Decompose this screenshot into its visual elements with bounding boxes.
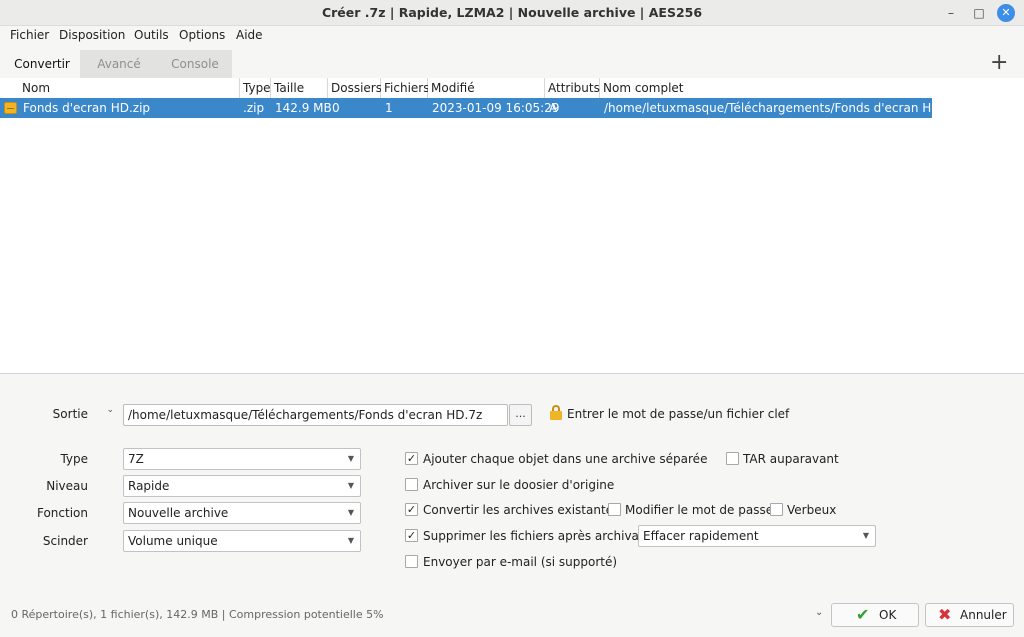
title-bar: Créer .7z | Rapide, LZMA2 | Nouvelle arc… (0, 0, 1024, 26)
split-label: Scinder (42, 534, 88, 548)
tab-avance[interactable]: Avancé (80, 50, 158, 78)
delete-after-checkbox[interactable]: ✓ (405, 529, 418, 542)
tar-first-checkbox[interactable] (726, 452, 739, 465)
cancel-button[interactable]: ✖ Annuler (925, 603, 1014, 627)
column-header-name[interactable]: Nom (19, 78, 240, 98)
column-header-attributes[interactable]: Attributs (545, 78, 600, 98)
cell-type: .zip (243, 101, 265, 115)
level-label: Niveau (46, 479, 88, 493)
cell-fullname: /home/letuxmasque/Téléchargements/Fonds … (604, 101, 962, 115)
cell-size: 142.9 MB (275, 101, 332, 115)
cell-name: Fonds d'ecran HD.zip (23, 101, 151, 115)
chevron-down-icon[interactable]: ⌄ (815, 607, 823, 618)
password-link[interactable]: Entrer le mot de passe/un fichier clef (567, 407, 789, 421)
dropdown-arrow-icon: ▼ (347, 481, 354, 490)
minimize-button[interactable]: – (942, 4, 960, 22)
convert-existing-label: Convertir les archives existantes (423, 503, 620, 517)
verbose-checkbox[interactable] (770, 503, 783, 516)
browse-button[interactable]: ... (509, 404, 532, 426)
table-row[interactable]: Fonds d'ecran HD.zip .zip 142.9 MB 0 1 2… (0, 98, 962, 118)
checkmark-icon: ✔ (856, 605, 870, 624)
file-list: Nom Type Taille Dossiers Fichiers Modifi… (0, 78, 1024, 374)
archive-origin-label: Archiver sur le doosier d'origine (423, 478, 615, 492)
menu-outils[interactable]: Outils (134, 28, 169, 42)
type-label: Type (60, 452, 88, 466)
column-header-folders[interactable]: Dossiers (328, 78, 382, 98)
window-title: Créer .7z | Rapide, LZMA2 | Nouvelle arc… (321, 5, 703, 20)
level-select-value: Rapide (128, 479, 170, 493)
output-label: Sortie (52, 407, 88, 421)
ok-label: OK (879, 608, 897, 622)
dropdown-arrow-icon: ▼ (862, 531, 869, 540)
split-select-value: Volume unique (128, 534, 218, 548)
lock-icon (550, 405, 562, 420)
change-password-checkbox[interactable] (608, 503, 621, 516)
type-select[interactable]: 7Z ▼ (123, 448, 361, 470)
dropdown-arrow-icon: ▼ (347, 508, 354, 517)
menu-fichier[interactable]: Fichier (10, 28, 49, 42)
type-select-value: 7Z (128, 452, 144, 466)
status-text: 0 Répertoire(s), 1 fichier(s), 142.9 MB … (11, 608, 384, 621)
function-label: Fonction (36, 506, 88, 520)
cell-modified: 2023-01-09 16:05:29 (432, 101, 560, 115)
separate-archive-label: Ajouter chaque objet dans une archive sé… (423, 452, 708, 466)
maximize-button[interactable]: □ (970, 4, 988, 22)
split-select[interactable]: Volume unique ▼ (123, 530, 361, 552)
dropdown-arrow-icon: ▼ (347, 454, 354, 463)
cell-folders: 0 (332, 101, 340, 115)
change-password-label: Modifier le mot de passe (625, 503, 774, 517)
tar-first-label: TAR auparavant (743, 452, 839, 466)
delete-mode-select[interactable]: Effacer rapidement ▼ (638, 525, 876, 547)
tab-convertir[interactable]: Convertir (5, 50, 79, 78)
function-select-value: Nouvelle archive (128, 506, 229, 520)
delete-after-label: Supprimer les fichiers après archivage (423, 529, 654, 543)
cell-files: 1 (385, 101, 393, 115)
function-select[interactable]: Nouvelle archive ▼ (123, 502, 361, 524)
menu-disposition[interactable]: Disposition (59, 28, 125, 42)
column-header-type[interactable]: Type (240, 78, 271, 98)
menu-bar: Fichier Disposition Outils Options Aide (0, 26, 1024, 46)
cell-attributes: A (549, 101, 558, 115)
email-checkbox[interactable] (405, 555, 418, 568)
tab-console[interactable]: Console (158, 50, 232, 78)
dropdown-arrow-icon: ▼ (347, 536, 354, 545)
cancel-label: Annuler (960, 608, 1007, 622)
column-header-files[interactable]: Fichiers (381, 78, 429, 98)
column-header-modified[interactable]: Modifié (428, 78, 545, 98)
close-icon: ✖ (938, 605, 952, 624)
archive-origin-checkbox[interactable] (405, 478, 418, 491)
verbose-label: Verbeux (787, 503, 837, 517)
output-path-input[interactable]: /home/letuxmasque/Téléchargements/Fonds … (123, 404, 508, 426)
separate-archive-checkbox[interactable]: ✓ (405, 452, 418, 465)
menu-aide[interactable]: Aide (236, 28, 263, 42)
column-header-fullname[interactable]: Nom complet (600, 78, 932, 98)
zip-archive-icon (4, 102, 17, 114)
menu-options[interactable]: Options (179, 28, 225, 42)
delete-mode-value: Effacer rapidement (643, 529, 759, 543)
convert-existing-checkbox[interactable]: ✓ (405, 503, 418, 516)
column-header-size[interactable]: Taille (271, 78, 328, 98)
email-label: Envoyer par e-mail (si supporté) (423, 555, 618, 569)
ok-button[interactable]: ✔ OK (831, 603, 919, 627)
level-select[interactable]: Rapide ▼ (123, 475, 361, 497)
add-icon[interactable]: + (990, 50, 1008, 75)
chevron-down-icon[interactable]: ⌄ (104, 405, 114, 415)
close-button[interactable]: ✕ (997, 4, 1015, 22)
